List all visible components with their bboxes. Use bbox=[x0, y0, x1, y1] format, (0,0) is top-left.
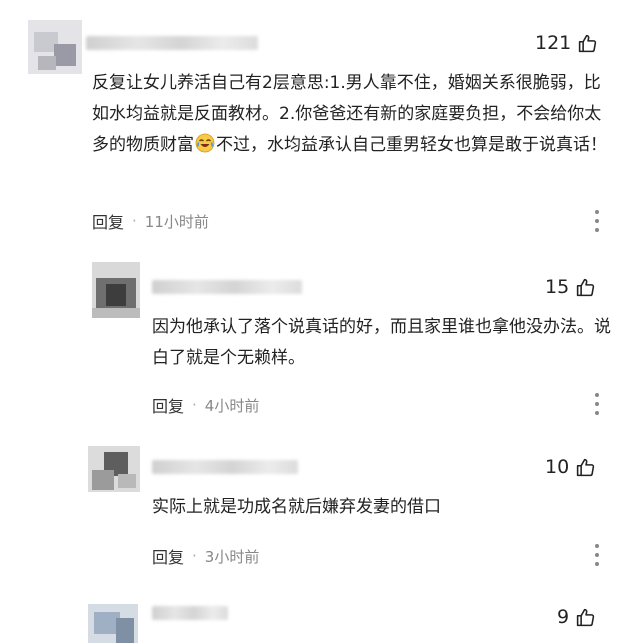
avatar[interactable] bbox=[88, 446, 140, 492]
meta-separator: · bbox=[192, 547, 197, 565]
crying-laughing-emoji bbox=[195, 133, 215, 153]
thumbs-up-icon bbox=[576, 608, 595, 626]
like-count: 9 bbox=[557, 606, 570, 628]
avatar[interactable] bbox=[92, 262, 140, 318]
meta-separator: · bbox=[132, 212, 137, 230]
thumbs-up-icon bbox=[577, 458, 595, 476]
reply-button[interactable]: 回复 bbox=[92, 209, 124, 233]
comment-time: 3小时前 bbox=[204, 547, 260, 566]
comment-meta: 回复 · 11小时前 bbox=[92, 209, 209, 233]
avatar[interactable] bbox=[88, 604, 138, 643]
comment-time: 4小时前 bbox=[204, 396, 260, 415]
like-button[interactable]: 9 bbox=[557, 606, 596, 628]
like-button[interactable]: 10 bbox=[545, 456, 596, 478]
username[interactable] bbox=[152, 460, 298, 474]
comment-meta: 回复 · 3小时前 bbox=[152, 544, 259, 568]
more-options-icon[interactable] bbox=[594, 393, 600, 415]
comment-thread: 121 反复让女儿养活自己有2层意思:1.男人靠不住，婚姻关系很脆弱，比如水均益… bbox=[0, 0, 640, 643]
thumbs-up-icon bbox=[579, 34, 597, 52]
comment-text: 因为他承认了落个说真话的好，而且家里谁也拿他没办法。说白了就是个无赖样。 bbox=[152, 317, 611, 368]
like-count: 121 bbox=[535, 32, 572, 54]
comment-text: 反复让女儿养活自己有2层意思:1.男人靠不住，婚姻关系很脆弱，比如水均益就是反面… bbox=[92, 73, 607, 155]
meta-separator: · bbox=[192, 396, 197, 414]
like-count: 15 bbox=[545, 276, 570, 298]
more-options-icon[interactable] bbox=[594, 544, 600, 566]
thumbs-up-icon bbox=[577, 278, 595, 296]
more-options-icon[interactable] bbox=[594, 210, 600, 232]
comment-time: 11小时前 bbox=[144, 212, 209, 231]
like-count: 10 bbox=[545, 456, 570, 478]
reply-button[interactable]: 回复 bbox=[152, 393, 184, 417]
like-button[interactable]: 121 bbox=[535, 32, 598, 54]
username[interactable] bbox=[86, 36, 258, 50]
username[interactable] bbox=[152, 280, 302, 294]
comment-text: 实际上就是功成名就后嫌弃发妻的借口 bbox=[152, 497, 441, 517]
like-button[interactable]: 15 bbox=[545, 276, 596, 298]
avatar[interactable] bbox=[28, 20, 82, 74]
reply-button[interactable]: 回复 bbox=[152, 544, 184, 568]
comment-meta: 回复 · 4小时前 bbox=[152, 393, 259, 417]
username[interactable] bbox=[152, 606, 228, 620]
